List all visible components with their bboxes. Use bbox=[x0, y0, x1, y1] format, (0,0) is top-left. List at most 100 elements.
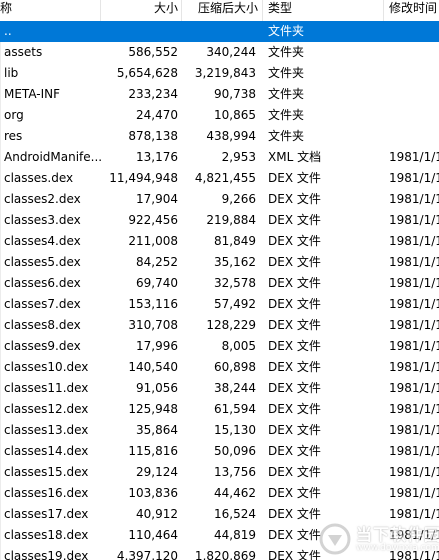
table-row[interactable]: res 878,138 438,994 文件夹 bbox=[0, 126, 439, 147]
file-name: classes11.dex bbox=[4, 381, 89, 395]
file-modified bbox=[389, 63, 439, 84]
file-modified bbox=[389, 105, 439, 126]
table-row[interactable]: classes10.dex 140,540 60,898 DEX 文件 1981/1/1 bbox=[0, 357, 439, 378]
table-row[interactable]: classes11.dex 91,056 38,244 DEX 文件 1981/1/1 bbox=[0, 378, 439, 399]
file-modified: 1981/1/1 bbox=[389, 444, 439, 458]
table-row-selected[interactable]: .. 文件夹 bbox=[0, 21, 439, 42]
file-packed-size: 90,738 bbox=[214, 87, 256, 101]
table-row[interactable]: classes3.dex 922,456 219,884 DEX 文件 1981/1/1 bbox=[0, 210, 439, 231]
table-row[interactable]: classes6.dex 69,740 32,578 DEX 文件 1981/1/1 bbox=[0, 273, 439, 294]
table-row[interactable]: lib 5,654,628 3,219,843 文件夹 bbox=[0, 63, 439, 84]
file-packed-size: 128,229 bbox=[206, 318, 256, 332]
file-packed-size: 60,898 bbox=[214, 360, 256, 374]
file-type: DEX 文件 bbox=[268, 213, 321, 227]
file-modified bbox=[389, 84, 439, 105]
file-packed-size: 219,884 bbox=[206, 213, 256, 227]
column-header-size[interactable]: 大小 bbox=[101, 0, 178, 21]
file-name: assets bbox=[4, 45, 43, 59]
file-size: 24,470 bbox=[136, 108, 178, 122]
file-list-view: 称 大小 压缩后大小 类型 修改时间 .. 文件夹 assets 586,552 340… bbox=[0, 0, 439, 560]
file-type: DEX 文件 bbox=[268, 444, 321, 458]
column-divider[interactable] bbox=[262, 0, 263, 21]
file-modified bbox=[389, 126, 439, 147]
table-row[interactable]: classes15.dex 29,124 13,756 DEX 文件 1981/1/1 bbox=[0, 462, 439, 483]
table-row[interactable]: classes9.dex 17,996 8,005 DEX 文件 1981/1/1 bbox=[0, 336, 439, 357]
table-row[interactable]: classes.dex 11,494,948 4,821,455 DEX 文件 1981… bbox=[0, 168, 439, 189]
file-name: classes5.dex bbox=[4, 255, 81, 269]
file-name: classes19.dex bbox=[4, 549, 89, 560]
column-header-packed-size[interactable]: 压缩后大小 bbox=[182, 0, 258, 21]
file-modified: 1981/1/1 bbox=[389, 465, 439, 479]
file-size: 4,397,120 bbox=[116, 549, 178, 560]
file-type: DEX 文件 bbox=[268, 507, 321, 521]
table-row[interactable]: classes5.dex 84,252 35,162 DEX 文件 1981/1/1 bbox=[0, 252, 439, 273]
file-modified: 1981/1/1 bbox=[389, 150, 439, 164]
table-row[interactable]: classes16.dex 103,836 44,462 DEX 文件 1981/1/1 bbox=[0, 483, 439, 504]
file-packed-size: 438,994 bbox=[206, 129, 256, 143]
file-type: DEX 文件 bbox=[268, 423, 321, 437]
file-size: 5,654,628 bbox=[116, 66, 178, 80]
file-packed-size: 340,244 bbox=[206, 45, 256, 59]
file-type: 文件夹 bbox=[268, 66, 305, 80]
file-size: 11,494,948 bbox=[109, 171, 178, 185]
file-name: classes12.dex bbox=[4, 402, 89, 416]
file-type: DEX 文件 bbox=[268, 255, 321, 269]
table-row[interactable]: classes17.dex 40,912 16,524 DEX 文件 1981/1/1 bbox=[0, 504, 439, 525]
file-modified: 1981/1/1 bbox=[389, 423, 439, 437]
column-header-type[interactable]: 类型 bbox=[268, 0, 378, 21]
file-name: lib bbox=[4, 66, 19, 80]
file-rows: .. 文件夹 assets 586,552 340,244 文件夹 lib 5,654,628… bbox=[0, 21, 439, 560]
file-modified: 1981/1/1 bbox=[389, 507, 439, 521]
file-size: 233,234 bbox=[128, 87, 178, 101]
file-packed-size: 8,005 bbox=[221, 339, 256, 353]
table-row[interactable]: assets 586,552 340,244 文件夹 bbox=[0, 42, 439, 63]
file-modified: 1981/1/1 bbox=[389, 549, 439, 560]
column-header-modified[interactable]: 修改时间 bbox=[389, 0, 439, 21]
file-type: DEX 文件 bbox=[268, 276, 321, 290]
file-name: classes17.dex bbox=[4, 507, 89, 521]
table-row[interactable]: META-INF 233,234 90,738 文件夹 bbox=[0, 84, 439, 105]
table-row[interactable]: AndroidManife... 13,176 2,953 XML 文档 1981/1/… bbox=[0, 147, 439, 168]
column-divider[interactable] bbox=[383, 0, 384, 21]
table-row[interactable]: classes19.dex 4,397,120 1,820,869 DEX 文件 198… bbox=[0, 546, 439, 560]
table-row[interactable]: classes14.dex 115,816 50,096 DEX 文件 1981/1/1 bbox=[0, 441, 439, 462]
column-header-name[interactable]: 称 bbox=[0, 0, 90, 21]
table-row[interactable]: classes18.dex 110,464 44,819 DEX 文件 1981/1/1 bbox=[0, 525, 439, 546]
table-row[interactable]: org 24,470 10,865 文件夹 bbox=[0, 105, 439, 126]
file-type: DEX 文件 bbox=[268, 171, 321, 185]
file-packed-size: 13,756 bbox=[214, 465, 256, 479]
file-packed-size: 9,266 bbox=[221, 192, 256, 206]
file-modified: 1981/1/1 bbox=[389, 339, 439, 353]
file-size: 40,912 bbox=[136, 507, 178, 521]
file-size: 17,996 bbox=[136, 339, 178, 353]
file-size: 140,540 bbox=[128, 360, 178, 374]
table-row[interactable]: classes13.dex 35,864 15,130 DEX 文件 1981/1/1 bbox=[0, 420, 439, 441]
file-size: 91,056 bbox=[136, 381, 178, 395]
file-modified: 1981/1/1 bbox=[389, 213, 439, 227]
file-type: DEX 文件 bbox=[268, 318, 321, 332]
table-row[interactable]: classes4.dex 211,008 81,849 DEX 文件 1981/1/1 bbox=[0, 231, 439, 252]
file-modified: 1981/1/1 bbox=[389, 528, 439, 542]
file-modified: 1981/1/1 bbox=[389, 171, 439, 185]
table-row[interactable]: classes12.dex 125,948 61,594 DEX 文件 1981/1/1 bbox=[0, 399, 439, 420]
file-size: 878,138 bbox=[128, 129, 178, 143]
file-size: 69,740 bbox=[136, 276, 178, 290]
file-type: DEX 文件 bbox=[268, 402, 321, 416]
file-size: 103,836 bbox=[128, 486, 178, 500]
file-name: classes9.dex bbox=[4, 339, 81, 353]
file-modified bbox=[389, 42, 439, 63]
file-name: classes10.dex bbox=[4, 360, 89, 374]
file-modified: 1981/1/1 bbox=[389, 192, 439, 206]
file-size: 17,904 bbox=[136, 192, 178, 206]
file-packed-size: 44,462 bbox=[214, 486, 256, 500]
file-size: 922,456 bbox=[128, 213, 178, 227]
file-type: DEX 文件 bbox=[268, 339, 321, 353]
file-name: classes2.dex bbox=[4, 192, 81, 206]
file-packed-size: 3,219,843 bbox=[194, 66, 256, 80]
file-type: 文件夹 bbox=[268, 45, 305, 59]
file-size: 586,552 bbox=[128, 45, 178, 59]
table-row[interactable]: classes7.dex 153,116 57,492 DEX 文件 1981/1/1 bbox=[0, 294, 439, 315]
table-row[interactable]: classes8.dex 310,708 128,229 DEX 文件 1981/1/1 bbox=[0, 315, 439, 336]
file-size bbox=[102, 21, 178, 42]
table-row[interactable]: classes2.dex 17,904 9,266 DEX 文件 1981/1/1 bbox=[0, 189, 439, 210]
